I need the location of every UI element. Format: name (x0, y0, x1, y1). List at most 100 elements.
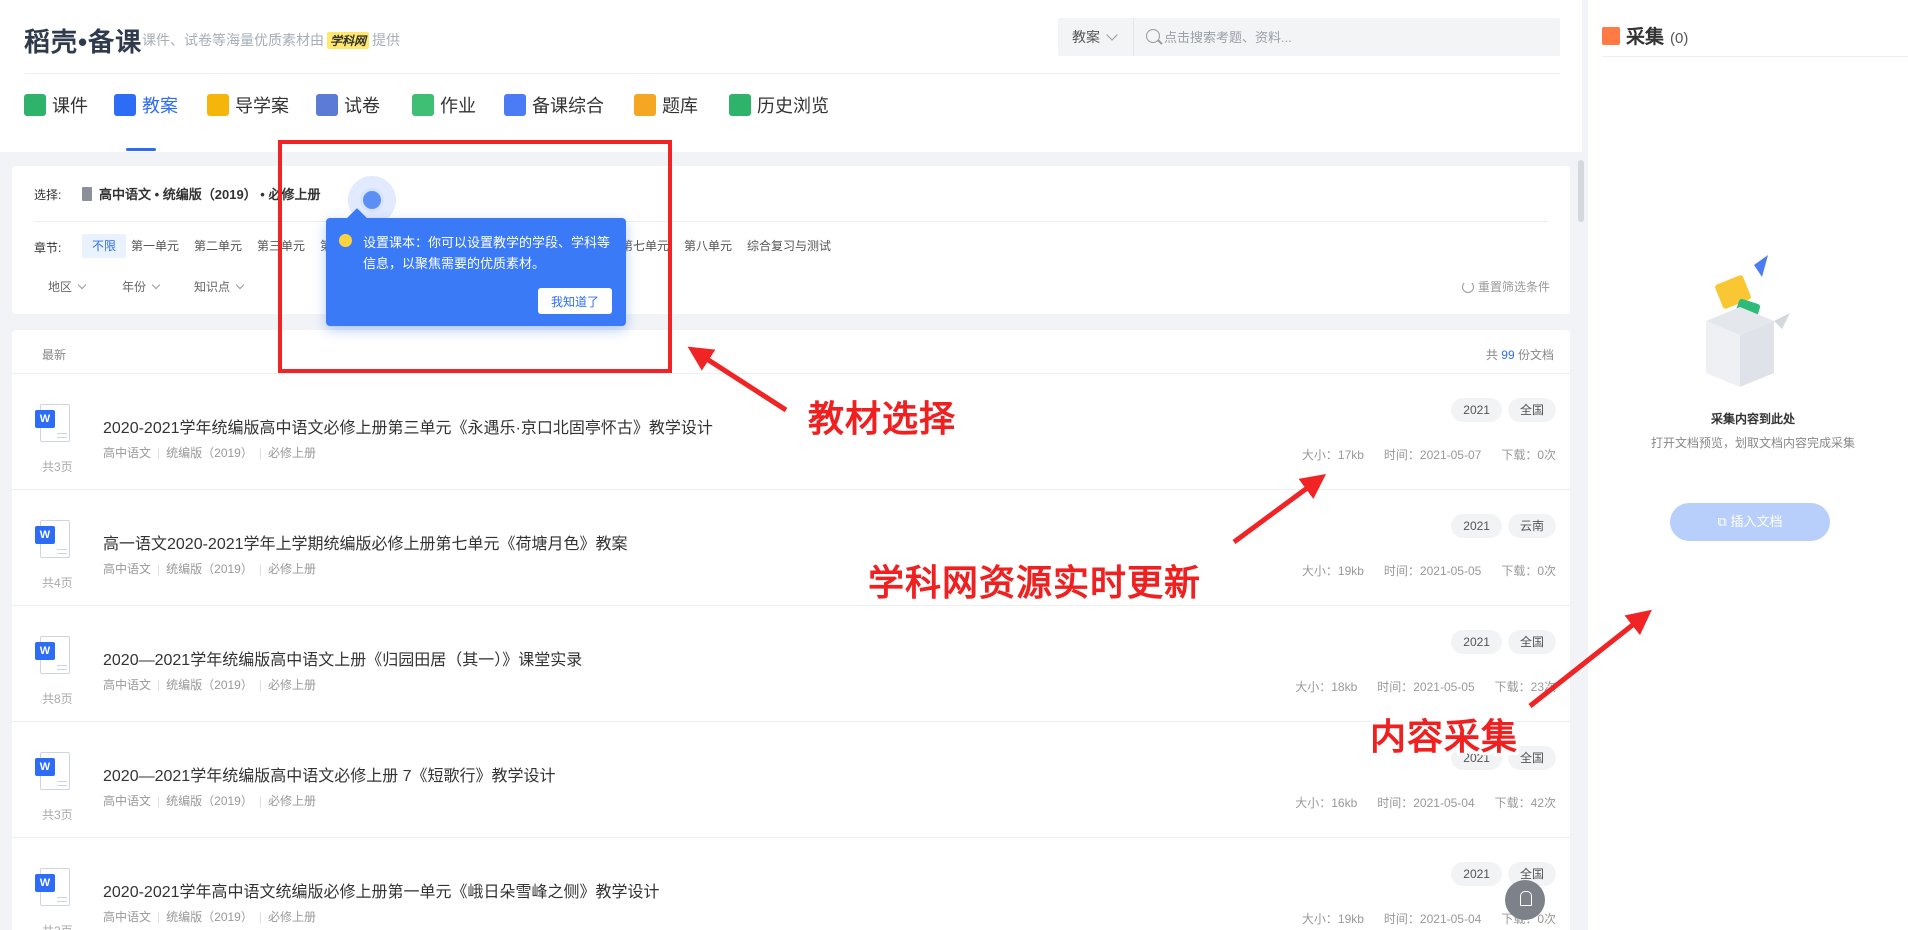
page-count: 共3页 (42, 460, 73, 474)
count-prefix: 共 (1485, 348, 1498, 362)
file-size: 大小：19kb (1301, 564, 1364, 578)
tab-label: 试卷 (344, 96, 380, 116)
app-window: 稻壳•备课 课件、试卷等海量优质素材由学科网提供 教案 课件 教案 导学案 试卷… (0, 0, 1908, 930)
chevron-down-icon (77, 280, 87, 290)
download-count: 下载：0次 (1501, 448, 1556, 462)
guide-icon (207, 94, 229, 116)
tab-label: 教案 (142, 96, 178, 116)
meta-edition: 统编版（2019） (151, 562, 253, 576)
document-title[interactable]: 2020—2021学年统编版高中语文上册《归园田居（其一）》课堂实录 (103, 646, 582, 670)
search-type-select[interactable]: 教案 (1058, 18, 1134, 56)
tab-lesson-plan[interactable]: 教案 (114, 92, 178, 152)
tab-history[interactable]: 历史浏览 (729, 92, 829, 152)
document-stats: 大小：17kb 时间：2021-05-07 下载：0次 (1282, 446, 1556, 463)
tab-label: 作业 (440, 96, 476, 116)
document-title[interactable]: 2020-2021学年高中语文统编版必修上册第一单元《峨日朵雪峰之侧》教学设计 (103, 878, 660, 902)
main-scrollbar[interactable] (1578, 160, 1584, 222)
chapter-label: 章节: (34, 241, 62, 255)
box-flap-shape (1774, 313, 1790, 329)
courseware-icon (24, 94, 46, 116)
chapter-option[interactable]: 综合复习与测试 (737, 234, 841, 258)
document-stats: 大小：18kb 时间：2021-05-05 下载：23次 (1275, 678, 1556, 695)
dropdown-label: 年份 (122, 280, 147, 294)
annotation-collect-label: 内容采集 (1370, 716, 1519, 757)
document-row[interactable]: W 共3页 2020-2021学年高中语文统编版必修上册第一单元《峨日朵雪峰之侧》教… (12, 838, 1570, 930)
meta-edition: 统编版（2019） (151, 794, 253, 808)
brand-tagline: 课件、试卷等海量优质素材由 学科网 提供 (142, 30, 400, 50)
filter-dropdown[interactable]: 年份 (122, 278, 161, 295)
download-count: 下载：42次 (1494, 796, 1556, 810)
tab-label: 导学案 (235, 96, 289, 116)
year-tag: 2021 (1451, 398, 1502, 422)
meta-subject: 高中语文 (103, 678, 152, 692)
filter-divider (34, 221, 1548, 222)
meta-volume: 必修上册 (253, 446, 316, 460)
chapter-option[interactable]: 第八单元 (674, 234, 742, 258)
meta-volume: 必修上册 (253, 562, 316, 576)
annotation-highlight-box (278, 140, 672, 373)
refresh-icon (1461, 281, 1474, 293)
tab-study-guide[interactable]: 导学案 (207, 92, 289, 152)
tagline-suffix: 提供 (372, 32, 401, 48)
sort-latest[interactable]: 最新 (42, 346, 66, 363)
notification-bell-icon[interactable] (1505, 880, 1545, 920)
tab-label: 课件 (52, 96, 88, 116)
filter-dropdown[interactable]: 知识点 (194, 278, 245, 295)
document-meta: 高中语文统编版（2019）必修上册 (103, 908, 316, 925)
word-document-icon: W (35, 868, 70, 906)
chevron-down-icon (235, 280, 245, 290)
year-tag: 2021 (1451, 514, 1502, 538)
document-row[interactable]: W 共8页 2020—2021学年统编版高中语文上册《归园田居（其一）》课堂实录 高中… (12, 606, 1570, 722)
word-document-icon: W (35, 636, 70, 674)
document-row[interactable]: W 共3页 2020-2021学年统编版高中语文必修上册第三单元《永遇乐·京口北固亭… (12, 374, 1570, 490)
year-tag: 2021 (1451, 630, 1502, 654)
document-tags: 2021 云南 (1445, 514, 1556, 538)
upload-time: 时间：2021-05-04 (1377, 796, 1475, 810)
document-title[interactable]: 2020-2021学年统编版高中语文必修上册第三单元《永遇乐·京口北固亭怀古》教… (103, 414, 713, 438)
document-tags: 2021 全国 (1445, 862, 1556, 886)
page-count: 共3页 (42, 922, 73, 930)
reset-label: 重置筛选条件 (1477, 280, 1550, 294)
reset-filters-button[interactable]: 重置筛选条件 (1461, 278, 1550, 295)
chapter-option-all[interactable]: 不限 (82, 234, 127, 258)
word-document-icon: W (35, 520, 70, 558)
filter-dropdown[interactable]: 地区 (48, 278, 87, 295)
document-meta: 高中语文统编版（2019）必修上册 (103, 676, 316, 693)
annotation-textbook-label: 教材选择 (808, 398, 957, 439)
insert-icon: ⧉ (1717, 514, 1731, 529)
chapter-option[interactable]: 第二单元 (184, 234, 252, 258)
search-type-label: 教案 (1072, 29, 1100, 45)
chapter-option[interactable]: 第一单元 (121, 234, 189, 258)
meta-subject: 高中语文 (103, 446, 152, 460)
meta-edition: 统编版（2019） (151, 910, 253, 924)
lesson-plan-icon (114, 94, 136, 116)
document-row[interactable]: W 共4页 高一语文2020-2021学年上学期统编版必修上册第七单元《荷塘月色》教… (12, 490, 1570, 606)
file-size: 大小：17kb (1301, 448, 1364, 462)
tab-courseware[interactable]: 课件 (24, 92, 88, 152)
search-icon (1146, 29, 1160, 43)
document-title[interactable]: 高一语文2020-2021学年上学期统编版必修上册第七单元《荷塘月色》教案 (103, 530, 628, 554)
top-bar: 稻壳•备课 课件、试卷等海量优质素材由学科网提供 教案 课件 教案 导学案 试卷… (0, 0, 1582, 152)
download-count: 下载：23次 (1494, 680, 1556, 694)
meta-volume: 必修上册 (253, 794, 316, 808)
meta-subject: 高中语文 (103, 562, 152, 576)
upload-time: 时间：2021-05-04 (1383, 912, 1482, 926)
file-size: 大小：16kb (1295, 796, 1358, 810)
page-count: 共4页 (42, 576, 73, 590)
year-tag: 2021 (1451, 862, 1502, 886)
meta-edition: 统编版（2019） (151, 446, 253, 460)
dropdown-label: 地区 (48, 280, 73, 294)
insert-document-button[interactable]: ⧉ 插入文档 (1670, 503, 1830, 541)
region-tag: 云南 (1507, 514, 1556, 538)
count-suffix: 份文档 (1517, 348, 1554, 362)
document-title[interactable]: 2020—2021学年统编版高中语文必修上册 7《短歌行》教学设计 (103, 762, 556, 786)
dropdown-label: 知识点 (194, 280, 231, 294)
document-row[interactable]: W 共3页 2020—2021学年统编版高中语文必修上册 7《短歌行》教学设计 高中语… (12, 722, 1570, 838)
search-input[interactable] (1164, 18, 1554, 56)
chevron-down-icon (151, 280, 161, 290)
insert-label: 插入文档 (1730, 514, 1783, 529)
collection-header: 采集 (0) (1602, 22, 1688, 49)
file-size: 大小：19kb (1301, 912, 1364, 926)
collection-count: (0) (1670, 30, 1689, 47)
collection-box-icon (1602, 27, 1620, 45)
